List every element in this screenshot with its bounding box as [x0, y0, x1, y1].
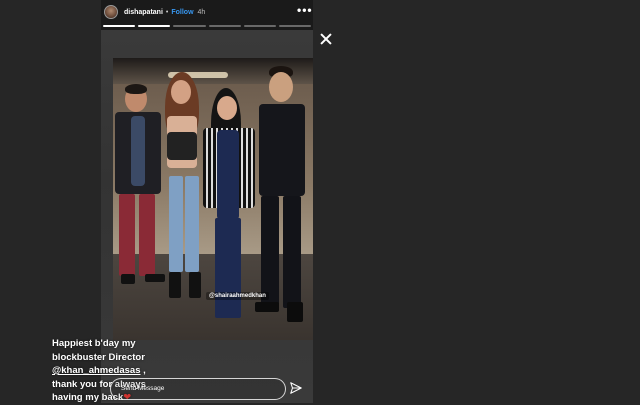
progress-segment [278, 25, 312, 27]
send-icon[interactable] [289, 381, 303, 395]
caption-mention[interactable]: @khan_ahmedasas [52, 365, 140, 376]
send-message-input[interactable]: Send Message [110, 378, 286, 400]
person-1 [115, 84, 165, 316]
post-time: 4h [197, 8, 206, 16]
photo-tag[interactable]: @shairaahmedkhan [206, 292, 269, 300]
separator-dot: • [165, 8, 169, 16]
progress-segment [173, 25, 206, 27]
more-options-icon[interactable]: ••• [297, 4, 313, 16]
progress-segment [243, 25, 276, 27]
person-3 [201, 88, 257, 320]
username[interactable]: dishapatani [124, 9, 163, 16]
story-progress-bar [103, 25, 312, 27]
story-header: dishapatani • Follow 4h ••• [101, 0, 313, 24]
progress-segment [103, 25, 136, 27]
progress-segment [138, 25, 171, 27]
send-message-placeholder: Send Message [121, 385, 165, 392]
caption-line: Happiest b'day my [52, 338, 136, 349]
avatar[interactable] [104, 5, 118, 19]
caption-line: @khan_ahmedasas , [52, 364, 192, 378]
progress-segment [208, 25, 241, 27]
caption-line: blockbuster Director [52, 351, 145, 363]
close-icon[interactable] [319, 32, 333, 46]
follow-button[interactable]: Follow [171, 9, 193, 16]
story-viewer: dishapatani • Follow 4h ••• @shairaahmed… [0, 0, 640, 403]
caption-suffix: , [140, 365, 146, 376]
